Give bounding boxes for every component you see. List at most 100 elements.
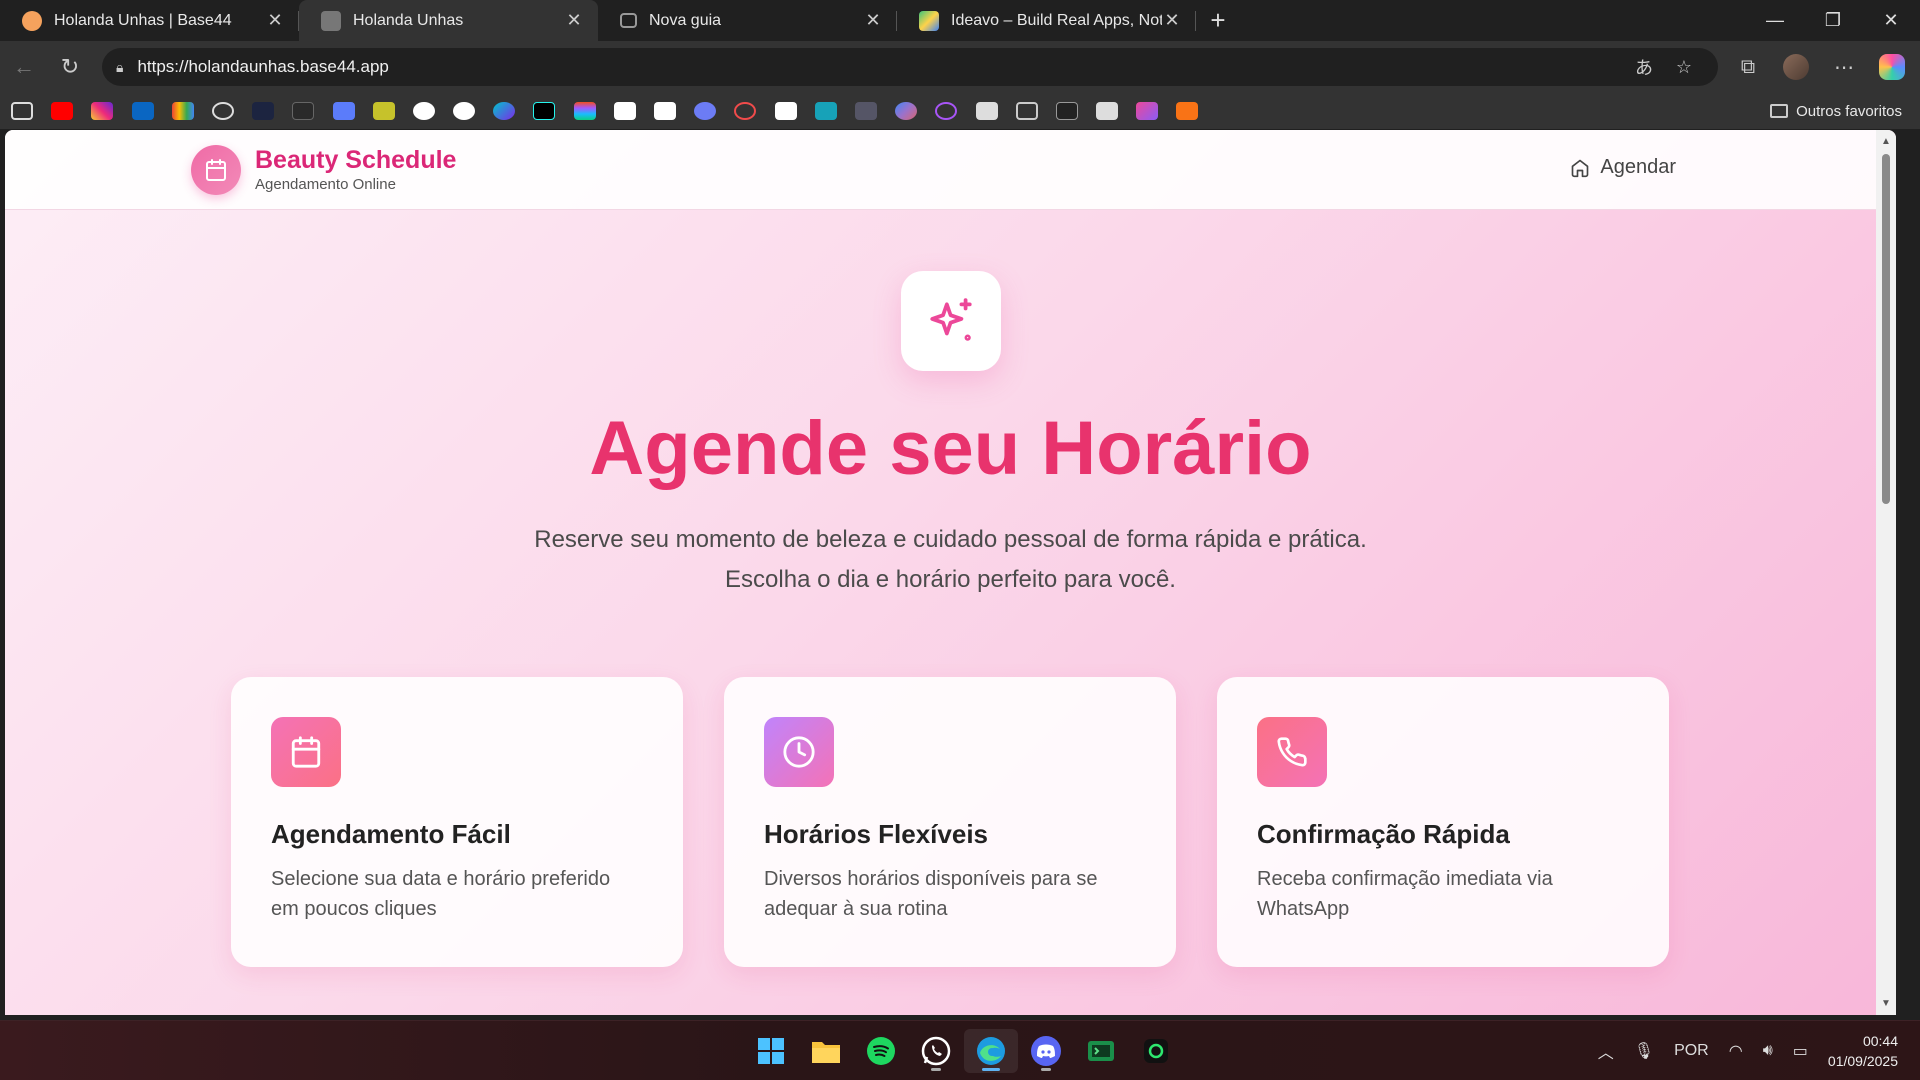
chatgpt-bookmark-icon[interactable] bbox=[211, 102, 234, 120]
tab-title: Holanda Unhas | Base44 bbox=[54, 11, 232, 29]
page-viewport: Beauty Schedule Agendamento Online Agend… bbox=[5, 130, 1896, 1015]
show-hidden-icons-icon[interactable]: ︿ bbox=[1598, 1039, 1614, 1063]
feature-description: Diversos horários disponíveis para se ad… bbox=[764, 868, 1098, 920]
close-tab-icon[interactable]: ✕ bbox=[265, 10, 285, 31]
pen-bookmark-icon[interactable] bbox=[654, 102, 676, 120]
microphone-icon[interactable]: 🎙︎ bbox=[1634, 1041, 1654, 1061]
url-text[interactable]: https://holandaunhas.base44.app bbox=[137, 57, 1624, 77]
brand[interactable]: Beauty Schedule Agendamento Online bbox=[191, 145, 456, 195]
spotify-button[interactable] bbox=[854, 1029, 908, 1073]
discord-icon bbox=[1031, 1036, 1061, 1066]
vercel-bookmark-icon[interactable] bbox=[412, 102, 435, 120]
tab-nova-guia[interactable]: Nova guia ✕ bbox=[598, 0, 897, 41]
clock-icon bbox=[764, 717, 834, 787]
bookmark-dark-icon[interactable] bbox=[252, 102, 275, 120]
instagram-bookmark-icon[interactable] bbox=[91, 102, 114, 120]
restore-icon[interactable]: ❐ bbox=[1804, 0, 1862, 41]
bookmark-red-icon[interactable] bbox=[734, 102, 757, 120]
feature-card-easy-scheduling: Agendamento Fácil Selecione sua data e h… bbox=[231, 677, 683, 967]
bookmark-tools-icon[interactable] bbox=[332, 102, 355, 120]
avatar bbox=[1783, 54, 1809, 80]
wifi-icon[interactable]: ◠ bbox=[1729, 1041, 1743, 1061]
bookmark-leaf-icon[interactable] bbox=[1055, 102, 1078, 120]
page-scrollbar[interactable]: ▲ ▼ bbox=[1876, 130, 1896, 1015]
more-menu-icon[interactable]: ⋯ bbox=[1820, 49, 1868, 85]
linkedin-bookmark-icon[interactable] bbox=[131, 102, 154, 120]
extensions-icon[interactable]: ⧉ bbox=[1724, 49, 1772, 85]
minimize-icon[interactable]: — bbox=[1746, 0, 1804, 41]
clock[interactable]: 00:44 01/09/2025 bbox=[1828, 1031, 1898, 1071]
site-favicon-icon bbox=[321, 10, 341, 31]
site-info-icon[interactable]: 🔒︎ bbox=[116, 59, 123, 76]
copilot-icon[interactable] bbox=[1868, 49, 1916, 85]
gmail-bookmark-icon[interactable] bbox=[171, 102, 194, 120]
v0-bookmark-icon[interactable] bbox=[613, 102, 636, 120]
close-tab-icon[interactable]: ✕ bbox=[863, 10, 883, 31]
feature-title: Horários Flexíveis bbox=[764, 819, 988, 849]
address-bar[interactable]: 🔒︎ https://holandaunhas.base44.app あ ☆ bbox=[102, 48, 1718, 86]
back-icon[interactable]: ← bbox=[2, 47, 46, 87]
bookmark-wave-icon[interactable] bbox=[1015, 102, 1038, 120]
input-language[interactable]: POR bbox=[1674, 1042, 1709, 1060]
brand-text: Beauty Schedule Agendamento Online bbox=[255, 145, 456, 195]
hero-subtitle-line: Escolha o dia e horário perfeito para vo… bbox=[725, 566, 1176, 593]
feature-description: Receba confirmação imediata via WhatsApp bbox=[1257, 868, 1553, 920]
discord-button[interactable] bbox=[1019, 1029, 1073, 1073]
bookmark-purple-icon[interactable] bbox=[935, 102, 958, 120]
terminal-app-button[interactable] bbox=[1074, 1029, 1128, 1073]
chatgpt-icon bbox=[1144, 1039, 1168, 1063]
whatsapp-button[interactable] bbox=[909, 1029, 963, 1073]
battery-icon[interactable]: ▭ bbox=[1793, 1041, 1808, 1061]
phone-icon bbox=[1257, 717, 1327, 787]
reload-icon[interactable]: ↻ bbox=[48, 47, 92, 87]
site-header: Beauty Schedule Agendamento Online Agend… bbox=[5, 130, 1876, 210]
nav-schedule-link[interactable]: Agendar bbox=[1570, 156, 1676, 179]
bookmark-gray-icon[interactable] bbox=[854, 102, 877, 120]
windows-taskbar: ︿ 🎙︎ POR ◠ 🔊︎ ▭ 00:44 01/09/2025 bbox=[0, 1020, 1920, 1080]
chatgpt-app-button[interactable] bbox=[1129, 1029, 1183, 1073]
running-indicator bbox=[931, 1068, 941, 1071]
running-indicator bbox=[1041, 1068, 1051, 1071]
start-button[interactable] bbox=[744, 1029, 798, 1073]
close-tab-icon[interactable]: ✕ bbox=[564, 10, 584, 31]
volume-icon[interactable]: 🔊︎ bbox=[1763, 1042, 1773, 1060]
home-icon bbox=[1572, 159, 1589, 177]
bookmark-dark-icon[interactable] bbox=[292, 102, 315, 120]
base44-favicon-icon bbox=[22, 10, 42, 31]
favorite-star-icon[interactable]: ☆ bbox=[1664, 57, 1704, 78]
tab-holanda-unhas[interactable]: Holanda Unhas ✕ bbox=[299, 0, 598, 41]
tab-title: Nova guia bbox=[649, 11, 722, 29]
figma-bookmark-icon[interactable] bbox=[573, 102, 596, 120]
profile-avatar[interactable] bbox=[1772, 49, 1820, 85]
bookmark-pink-icon[interactable] bbox=[1136, 102, 1159, 120]
edge-button[interactable] bbox=[964, 1029, 1018, 1073]
gemini-bookmark-icon[interactable] bbox=[895, 102, 918, 120]
canva-bookmark-icon[interactable] bbox=[493, 102, 516, 120]
edge-icon bbox=[977, 1037, 1005, 1065]
bolt-bookmark-icon[interactable] bbox=[774, 102, 797, 120]
scroll-up-icon[interactable]: ▲ bbox=[1881, 136, 1891, 147]
bookmark-blue-icon[interactable] bbox=[694, 102, 717, 120]
bookmarks-bar: Outros favoritos bbox=[0, 93, 1920, 129]
bookmark-icon[interactable] bbox=[11, 102, 33, 120]
youtube-bookmark-icon[interactable] bbox=[51, 102, 74, 120]
trello-bookmark-icon[interactable] bbox=[814, 102, 837, 120]
close-window-icon[interactable]: ✕ bbox=[1862, 0, 1920, 41]
file-explorer-button[interactable] bbox=[799, 1029, 853, 1073]
bookmark-orange-icon[interactable] bbox=[1176, 102, 1199, 120]
close-tab-icon[interactable]: ✕ bbox=[1162, 10, 1182, 31]
new-tab-page-icon bbox=[620, 13, 637, 28]
bookmark-notion-icon[interactable] bbox=[1096, 102, 1119, 120]
other-favorites[interactable]: Outros favoritos bbox=[1770, 93, 1902, 129]
scroll-down-icon[interactable]: ▼ bbox=[1881, 998, 1891, 1009]
github-bookmark-icon[interactable] bbox=[453, 102, 476, 120]
bookmark-notion-icon[interactable] bbox=[975, 102, 998, 120]
tab-ideavo[interactable]: Ideavo – Build Real Apps, Not Pro ✕ bbox=[897, 0, 1196, 41]
scrollbar-thumb[interactable] bbox=[1882, 154, 1890, 504]
new-tab-button[interactable]: + bbox=[1196, 0, 1240, 41]
tiktok-bookmark-icon[interactable] bbox=[533, 102, 556, 120]
tab-holanda-base44[interactable]: Holanda Unhas | Base44 ✕ bbox=[0, 0, 299, 41]
read-aloud-icon[interactable]: あ bbox=[1624, 54, 1664, 80]
active-indicator bbox=[982, 1068, 1000, 1071]
bookmark-image-icon[interactable] bbox=[372, 102, 395, 120]
